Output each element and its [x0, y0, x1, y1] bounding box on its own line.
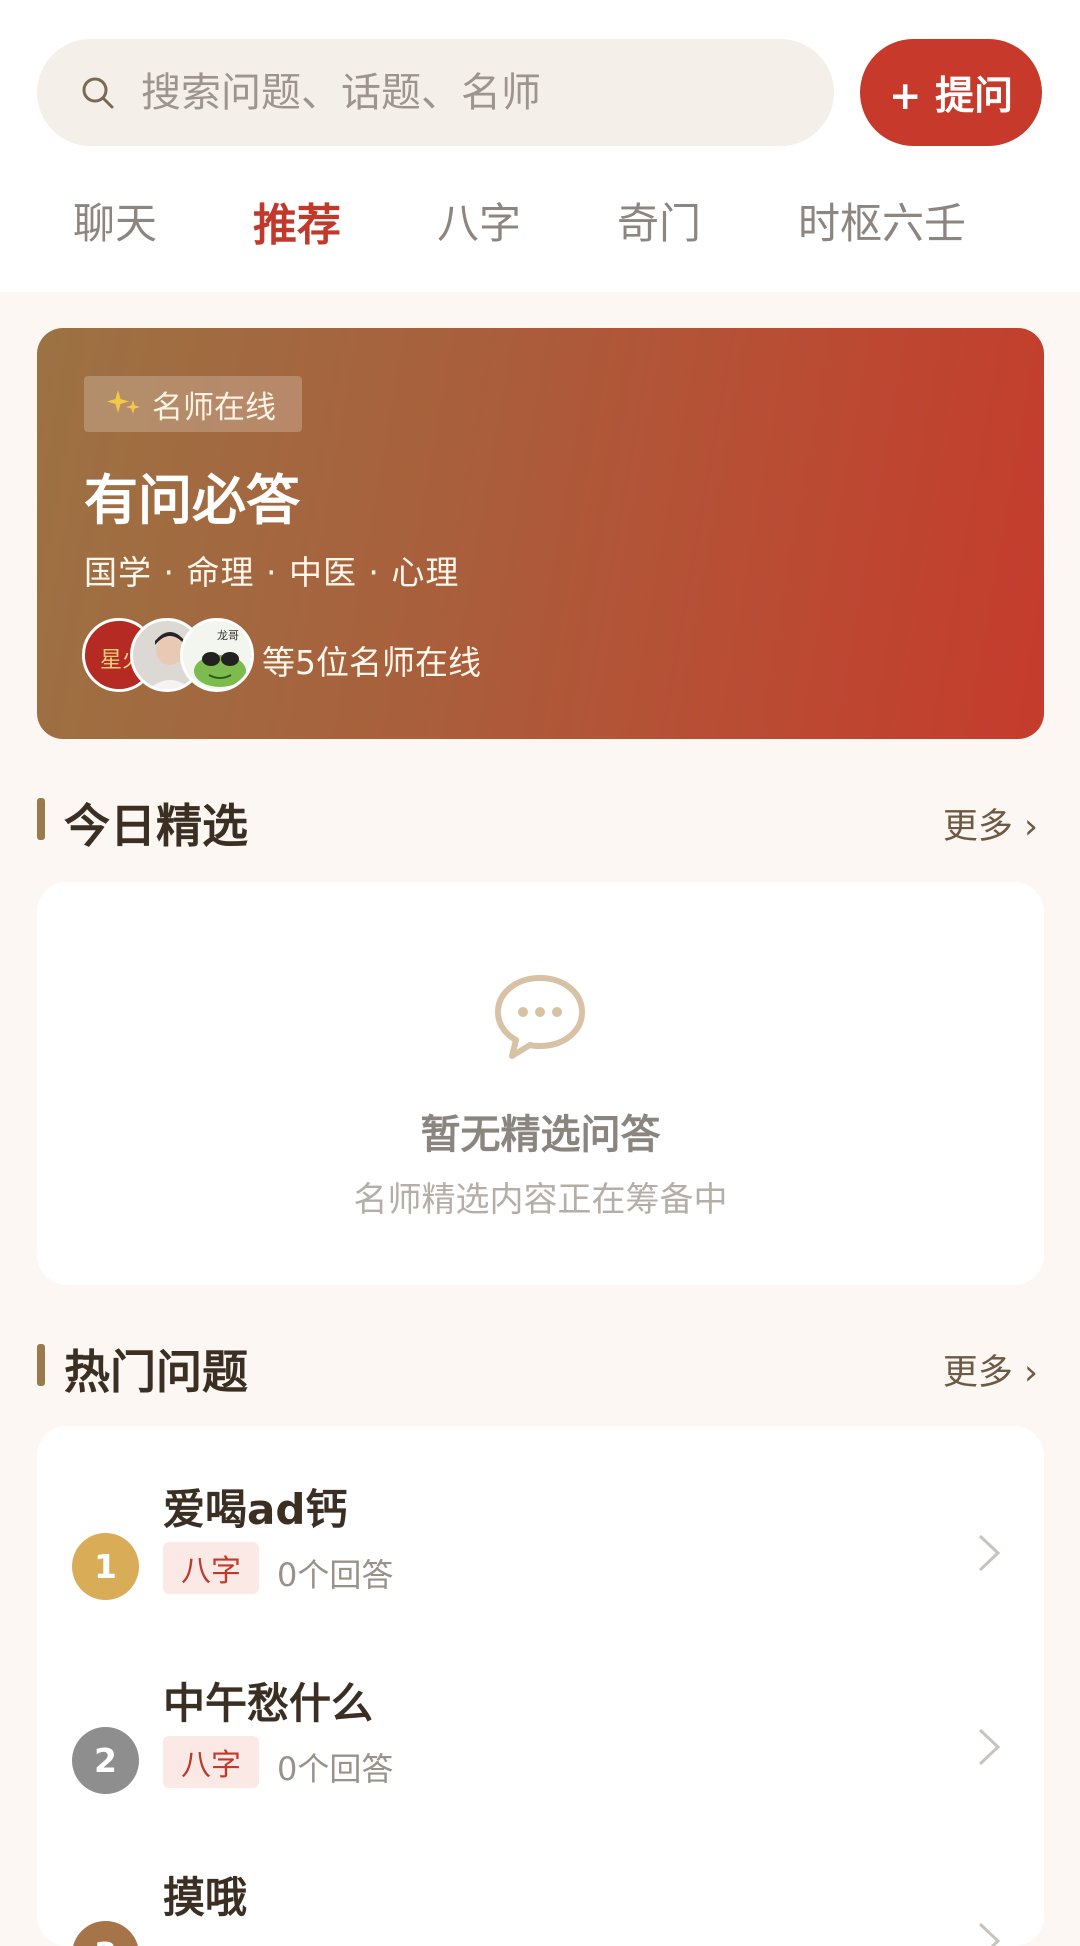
featured-section-header: 今日精选 更多 ›: [37, 790, 1044, 853]
banner-title: 有问必答: [84, 469, 300, 532]
list-item[interactable]: 1 爱喝ad钙 八字 0个回答: [37, 1426, 1044, 1616]
featured-title: 今日精选: [64, 799, 248, 853]
question-title: 爱喝ad钙: [163, 1485, 348, 1534]
question-tag: 八字: [163, 1542, 259, 1594]
search-input[interactable]: [141, 69, 781, 116]
question-tag: 八字: [163, 1736, 259, 1788]
search-box[interactable]: [37, 39, 834, 146]
expert-avatars[interactable]: 星火 龙哥: [82, 618, 262, 692]
tab-qimen[interactable]: 奇门: [617, 190, 701, 251]
list-item[interactable]: 2 中午愁什么 八字 0个回答: [37, 1620, 1044, 1810]
answer-count: 0个回答: [277, 1750, 394, 1788]
chat-bubble-icon: [495, 975, 585, 1059]
empty-state-title: 暂无精选问答: [420, 1112, 661, 1158]
tab-recommend[interactable]: 推荐: [253, 189, 341, 253]
featured-empty-state: 暂无精选问答 名师精选内容正在筹备中: [37, 882, 1044, 1285]
question-title: 摸哦: [163, 1873, 248, 1922]
rank-badge: 1: [72, 1533, 139, 1600]
banner-subtitle: 国学 · 命理 · 中医 · 心理: [84, 553, 460, 592]
tab-liuren[interactable]: 时枢六壬: [798, 190, 966, 251]
section-accent-bar: [37, 1344, 45, 1386]
hot-title: 热门问题: [64, 1345, 248, 1399]
answer-count: 0个回答: [277, 1556, 394, 1594]
ask-button-label: + 提问: [888, 73, 1014, 119]
hot-more-link[interactable]: 更多 ›: [943, 1344, 1038, 1395]
search-icon: [82, 77, 114, 108]
badge-label: 名师在线: [152, 389, 276, 426]
rank-badge: 2: [72, 1727, 139, 1794]
category-tabs: 聊天 推荐 八字 奇门 时枢六壬: [0, 189, 1080, 253]
hot-questions-list: 1 爱喝ad钙 八字 0个回答 2 中午愁什么 八字 0个回答 3 摸哦: [37, 1426, 1044, 1946]
chevron-right-icon: [978, 1728, 1001, 1766]
avatar: 龙哥: [180, 618, 254, 692]
hot-section-header: 热门问题 更多 ›: [37, 1336, 1044, 1399]
section-accent-bar: [37, 798, 45, 840]
empty-state-subtitle: 名师精选内容正在筹备中: [353, 1180, 728, 1220]
experts-online-banner[interactable]: 名师在线 有问必答 国学 · 命理 · 中医 · 心理 星火 龙哥 等5位名师在…: [37, 328, 1044, 739]
chevron-right-icon: [978, 1922, 1001, 1946]
top-bar: + 提问 聊天 推荐 八字 奇门 时枢六壬: [0, 0, 1080, 292]
list-item[interactable]: 3 摸哦: [37, 1814, 1044, 1946]
featured-more-link[interactable]: 更多 ›: [943, 798, 1038, 849]
avatar-3-text: 龙哥: [217, 629, 239, 642]
chevron-right-icon: [978, 1534, 1001, 1572]
experts-online-badge: 名师在线: [84, 376, 302, 432]
tab-chat[interactable]: 聊天: [73, 190, 157, 251]
sparkles-icon: [107, 390, 140, 414]
question-title: 中午愁什么: [163, 1679, 374, 1728]
rank-badge: 3: [72, 1921, 139, 1946]
online-experts-count: 等5位名师在线: [262, 643, 481, 682]
ask-question-button[interactable]: + 提问: [860, 39, 1042, 146]
tab-bazi[interactable]: 八字: [437, 190, 521, 251]
